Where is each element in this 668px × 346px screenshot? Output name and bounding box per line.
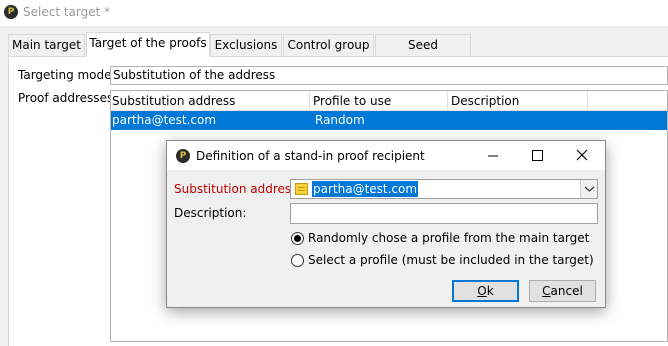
radio-random-label[interactable]: Randomly chose a profile from the main t… — [308, 231, 589, 245]
tab-control-group[interactable]: Control group — [283, 34, 374, 56]
column-separator[interactable] — [587, 91, 588, 111]
cancel-accelerator: C — [542, 284, 551, 298]
description-label: Description: — [174, 206, 247, 220]
dialog-titlebar: P Definition of a stand-in proof recipie… — [167, 141, 605, 170]
maximize-button[interactable] — [515, 141, 559, 170]
ok-button[interactable]: Ok — [452, 280, 519, 302]
close-button[interactable] — [560, 141, 604, 170]
maximize-icon — [532, 150, 543, 161]
substitution-address-label: Substitution address: — [174, 182, 302, 196]
tab-label: Control group — [287, 38, 370, 52]
tab-main-target[interactable]: Main target — [8, 34, 85, 56]
radio-button-selected[interactable] — [291, 232, 304, 245]
column-header-substitution-address[interactable]: Substitution address — [112, 94, 235, 108]
tab-label: Target of the proofs — [89, 36, 207, 50]
window-title: Select target * — [23, 5, 111, 19]
tab-label: Exclusions — [214, 38, 278, 52]
app-logo-icon: P — [176, 149, 190, 163]
column-separator[interactable] — [309, 91, 310, 111]
description-input[interactable] — [290, 203, 598, 224]
dialog-title: Definition of a stand-in proof recipient — [196, 149, 425, 163]
app-logo-icon: P — [4, 5, 18, 19]
minimize-icon — [488, 155, 498, 157]
ok-accelerator: O — [477, 284, 487, 298]
column-header-description[interactable]: Description — [451, 94, 519, 108]
cell-profile: Random — [315, 113, 365, 127]
radio-button[interactable] — [291, 254, 304, 267]
window-titlebar: P Select target * — [0, 0, 668, 26]
close-icon — [576, 149, 588, 161]
tab-label: Main target — [12, 38, 81, 52]
proof-addresses-label: Proof addresses: — [18, 91, 118, 105]
radio-dot — [294, 235, 301, 242]
dropdown-button[interactable] — [580, 180, 597, 198]
radio-select-label[interactable]: Select a profile (must be included in th… — [308, 253, 594, 267]
ok-label: k — [486, 284, 494, 298]
column-header-profile-to-use[interactable]: Profile to use — [313, 94, 391, 108]
cancel-label: ancel — [550, 284, 583, 298]
minimize-button[interactable] — [471, 141, 515, 170]
column-separator[interactable] — [447, 91, 448, 111]
tab-seed-addresses[interactable]: Seed addresses — [375, 34, 471, 72]
chevron-down-icon — [584, 186, 595, 192]
cell-address: partha@test.com — [112, 113, 217, 127]
tab-exclusions[interactable]: Exclusions — [210, 34, 282, 56]
table-row[interactable]: partha@test.com Random — [111, 111, 667, 130]
targeting-mode-label: Targeting mode: — [18, 68, 116, 82]
substitution-address-value: partha@test.com — [312, 181, 419, 197]
substitution-address-combo[interactable]: partha@test.com — [290, 179, 598, 199]
address-book-icon — [295, 183, 308, 195]
tab-target-of-the-proofs[interactable]: Target of the proofs — [86, 32, 210, 57]
cancel-button[interactable]: Cancel — [529, 280, 596, 302]
stand-in-proof-recipient-dialog: P Definition of a stand-in proof recipie… — [166, 140, 606, 308]
targeting-mode-field[interactable]: Substitution of the address — [110, 66, 668, 85]
grid-header: Substitution address Profile to use Desc… — [111, 91, 667, 111]
